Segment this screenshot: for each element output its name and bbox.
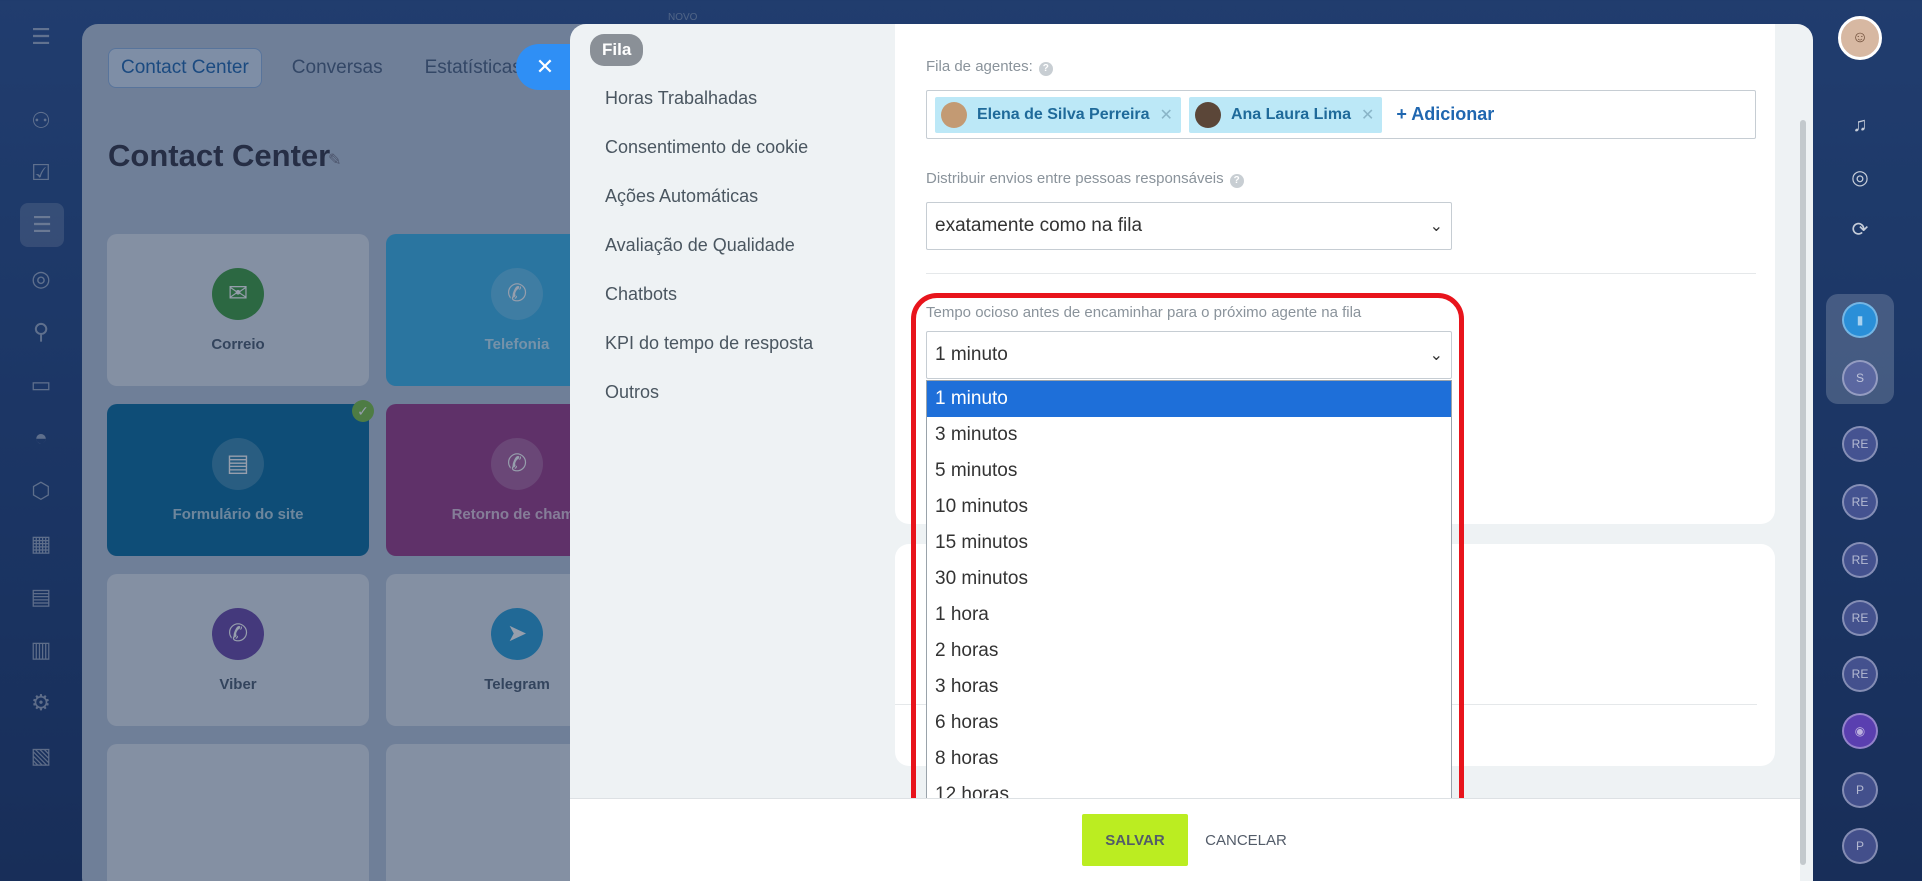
bookmark-icon[interactable]: ▮ [1842, 302, 1878, 338]
remove-icon[interactable]: ✕ [1160, 105, 1173, 125]
scrollbar[interactable] [1800, 120, 1806, 865]
distribute-label-text: Distribuir envios entre pessoas responsá… [926, 170, 1224, 187]
chat-avatar[interactable]: RE [1842, 542, 1878, 578]
chevron-down-icon: ⌄ [1429, 218, 1443, 235]
target-icon[interactable]: ◎ [1843, 160, 1877, 194]
settings-nav: Horas Trabalhadas Consentimento de cooki… [605, 86, 813, 429]
openline-icon[interactable]: ◉ [1842, 713, 1878, 749]
chat-avatar[interactable]: P [1842, 772, 1878, 808]
save-button[interactable]: SALVAR [1082, 814, 1188, 866]
agent-chip: Elena de Silva Perreira ✕ [935, 96, 1181, 133]
agent-avatar [1194, 101, 1221, 128]
chat-avatar[interactable]: RE [1842, 656, 1878, 692]
agents-label: Fila de agentes:? [926, 58, 1053, 76]
distribute-select[interactable]: exatamente como na fila ⌄ [926, 202, 1452, 250]
cancel-button[interactable]: CANCELAR [1205, 814, 1287, 866]
highlight-annotation [911, 293, 1464, 826]
bell-icon[interactable]: ♫ [1843, 108, 1877, 142]
chat-avatar[interactable]: RE [1842, 484, 1878, 520]
divider [926, 273, 1756, 274]
agents-field[interactable]: Elena de Silva Perreira ✕ Ana Laura Lima… [926, 90, 1756, 139]
agent-name: Ana Laura Lima [1230, 105, 1351, 123]
section-badge[interactable]: Fila [590, 34, 644, 66]
chat-avatar-s[interactable]: S [1842, 360, 1878, 396]
chat-avatar[interactable]: RE [1842, 426, 1878, 462]
agent-name: Elena de Silva Perreira [977, 105, 1150, 123]
agent-chip: Ana Laura Lima ✕ [1188, 96, 1383, 133]
nav-item-avaliacao[interactable]: Avaliação de Qualidade [605, 233, 813, 282]
add-agent-link[interactable]: + Adicionar [1396, 104, 1494, 125]
chat-avatar[interactable]: RE [1842, 600, 1878, 636]
nav-item-chatbots[interactable]: Chatbots [605, 282, 813, 331]
user-avatar[interactable]: ☺ [1838, 16, 1882, 60]
nav-item-acoes[interactable]: Ações Automáticas [605, 184, 813, 233]
nav-item-horas[interactable]: Horas Trabalhadas [605, 86, 813, 135]
nav-item-kpi[interactable]: KPI do tempo de resposta [605, 331, 813, 380]
agents-label-text: Fila de agentes: [926, 58, 1033, 75]
chat-avatar[interactable]: P [1842, 828, 1878, 864]
agent-avatar [941, 101, 967, 128]
nav-item-outros[interactable]: Outros [605, 380, 813, 429]
remove-icon[interactable]: ✕ [1361, 105, 1374, 125]
distribute-label: Distribuir envios entre pessoas responsá… [926, 170, 1244, 188]
help-icon[interactable]: ? [1229, 174, 1244, 188]
close-slider-button[interactable]: ✕ [516, 44, 574, 90]
close-icon: ✕ [535, 54, 555, 79]
help-icon[interactable]: ? [1038, 62, 1053, 76]
nav-item-cookie[interactable]: Consentimento de cookie [605, 135, 813, 184]
distribute-value: exatamente como na fila [935, 215, 1143, 236]
chat-icon[interactable]: ⟳ [1843, 212, 1877, 246]
